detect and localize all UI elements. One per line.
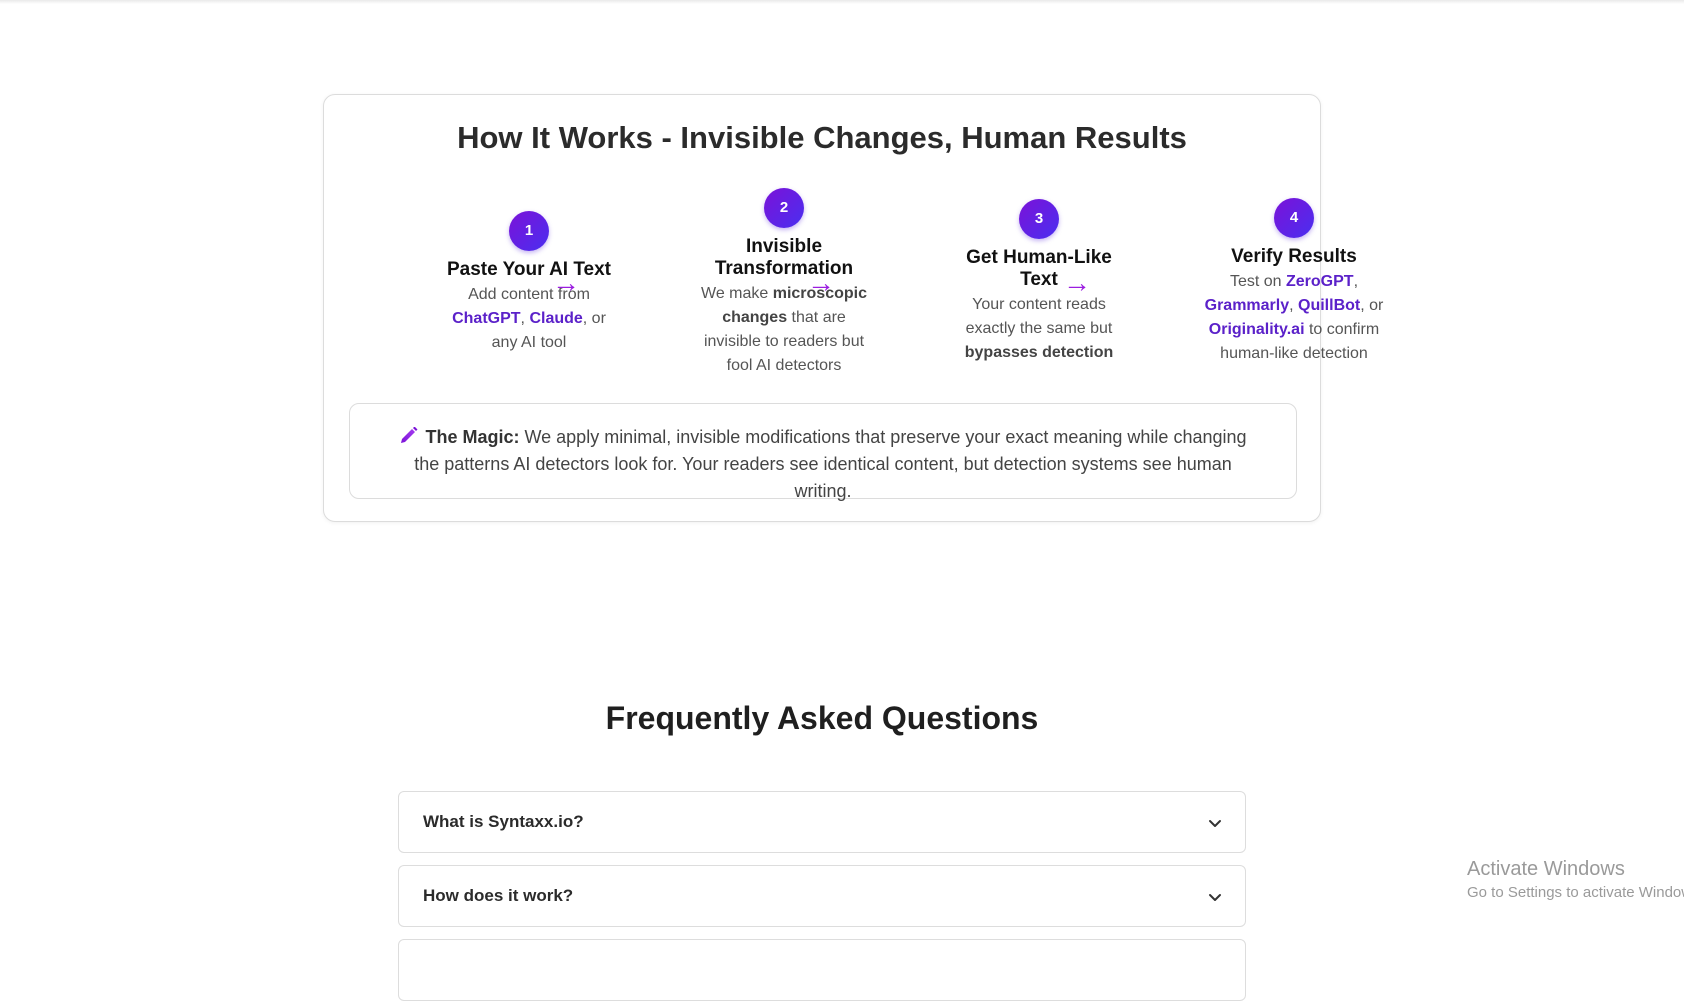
magic-text: We apply minimal, invisible modification… bbox=[414, 427, 1247, 501]
step-description: We make microscopic changes that are inv… bbox=[694, 282, 874, 378]
watermark-line-1: Activate Windows bbox=[1467, 858, 1625, 880]
step-description: Your content reads exactly the same but … bbox=[949, 293, 1129, 365]
text: , or bbox=[1360, 297, 1384, 314]
arrow-icon: → bbox=[807, 267, 835, 298]
how-it-works-title: How It Works - Invisible Changes, Human … bbox=[457, 120, 1187, 155]
tool-link: Grammarly bbox=[1204, 297, 1290, 314]
step-title: Get Human-Like Text bbox=[966, 247, 1112, 290]
step-description: Test on ZeroGPT, Grammarly, QuillBot, or… bbox=[1204, 270, 1384, 366]
watermark-line-2: Go to Settings to activate Windows. bbox=[1467, 884, 1684, 901]
text: We make bbox=[701, 285, 773, 302]
arrow-icon: → bbox=[1063, 267, 1091, 298]
magic-label: The Magic: bbox=[425, 427, 520, 447]
arrow-icon: → bbox=[552, 267, 580, 298]
step-title: Paste Your AI Text bbox=[446, 259, 611, 280]
top-shadow bbox=[0, 0, 1684, 4]
text: , bbox=[1289, 297, 1299, 314]
step-number-badge: 3 bbox=[1019, 199, 1059, 239]
faq-item-how-it-works[interactable]: How does it work? bbox=[398, 865, 1246, 927]
tool-link: ZeroGPT bbox=[1286, 273, 1354, 290]
step-number-badge: 1 bbox=[509, 211, 549, 251]
tool-link: ChatGPT bbox=[452, 310, 521, 327]
step-description: Add content from ChatGPT, Claude, or any… bbox=[439, 283, 619, 355]
tool-link: QuillBot bbox=[1298, 297, 1361, 314]
step-number-badge: 2 bbox=[764, 188, 804, 228]
faq-item-third[interactable] bbox=[398, 939, 1246, 1001]
tool-link: Claude bbox=[529, 310, 583, 327]
text: , bbox=[1353, 273, 1359, 290]
emphasis: bypasses detection bbox=[964, 344, 1114, 361]
step-title: Invisible Transformation bbox=[714, 236, 854, 279]
how-it-works-card: How It Works - Invisible Changes, Human … bbox=[323, 94, 1383, 522]
pencil-icon bbox=[401, 427, 418, 443]
chevron-down-icon bbox=[1209, 894, 1221, 901]
step-4: 4 Verify Results Test on ZeroGPT, Gramma… bbox=[1204, 198, 1384, 366]
tool-link: Originality.ai bbox=[1208, 321, 1305, 338]
step-2: 2 Invisible Transformation We make micro… bbox=[694, 188, 874, 378]
text: Test on bbox=[1229, 273, 1286, 290]
chevron-down-icon bbox=[1209, 820, 1221, 827]
magic-callout: The Magic: We apply minimal, invisible m… bbox=[349, 403, 1297, 501]
step-3: 3 Get Human-Like Text Your content reads… bbox=[949, 199, 1129, 365]
step-1: 1 Paste Your AI Text Add content from Ch… bbox=[439, 211, 619, 355]
faq-question: How does it work? bbox=[423, 886, 574, 905]
text: Your content reads exactly the same but bbox=[965, 296, 1113, 337]
faq-question: What is Syntaxx.io? bbox=[423, 812, 584, 831]
step-number-badge: 4 bbox=[1274, 198, 1314, 238]
faq-title: Frequently Asked Questions bbox=[605, 700, 1039, 736]
activate-windows-watermark: Activate Windows Go to Settings to activ… bbox=[1467, 857, 1684, 903]
faq-item-what-is[interactable]: What is Syntaxx.io? bbox=[398, 791, 1246, 853]
step-title: Verify Results bbox=[1231, 246, 1357, 267]
